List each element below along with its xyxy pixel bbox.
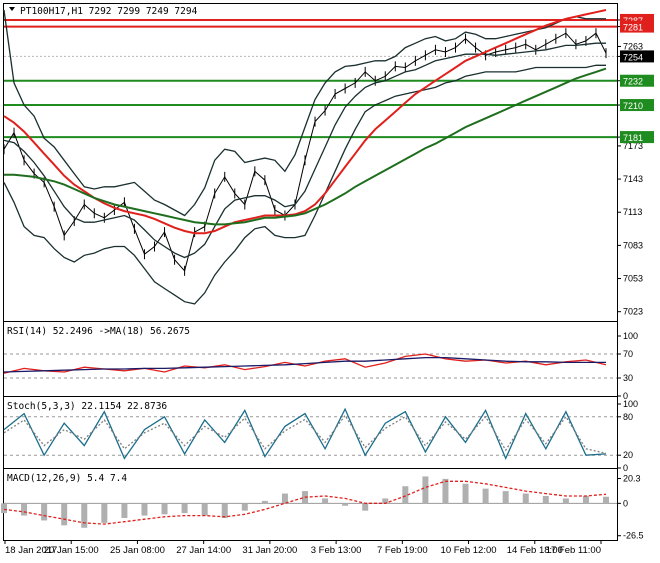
y-tick-label: 20.3 — [623, 474, 641, 484]
current-price-label: 7254 — [623, 52, 643, 62]
y-tick-label: 0 — [623, 498, 628, 508]
main-title: PT100H17,H1 7292 7299 7249 7294 — [20, 6, 198, 17]
y-tick-label: 7263 — [623, 41, 643, 51]
level-price-label: 7281 — [623, 23, 643, 33]
rsi-title: RSI(14) 52.2496 ->MA(18) 56.2675 — [7, 326, 190, 337]
macd-histogram-bar — [41, 503, 48, 521]
y-tick-label: 20 — [623, 450, 633, 460]
y-tick-label: -26.5 — [623, 531, 644, 541]
x-tick-label: 20 Jan 15:00 — [44, 545, 99, 556]
macd-histogram-bar — [603, 496, 609, 504]
y-tick-label: 7113 — [623, 207, 642, 217]
x-tick-label: 10 Feb 12:00 — [441, 545, 497, 556]
macd-histogram-bar — [342, 503, 349, 506]
level-price-label: 7232 — [623, 77, 643, 87]
y-tick-label: 7143 — [623, 174, 643, 184]
macd-histogram-bar — [422, 476, 429, 504]
macd-histogram-bar — [522, 493, 529, 504]
y-tick-label: 100 — [623, 331, 638, 341]
macd-histogram-bar — [101, 503, 108, 523]
macd-histogram-bar — [141, 503, 148, 516]
x-tick-label: 25 Jan 08:00 — [110, 545, 165, 556]
x-tick-label: 17 Feb 11:00 — [546, 545, 601, 556]
level-price-label: 7210 — [623, 101, 643, 111]
macd-histogram-bar — [261, 500, 268, 504]
y-tick-label: 30 — [623, 373, 633, 383]
macd-histogram-bar — [502, 491, 509, 504]
macd-histogram-bar — [241, 503, 248, 511]
chart-container: PT100H17,H1 7292 7299 7249 7294 RSI(14) … — [0, 0, 660, 560]
chart-svg: PT100H17,H1 7292 7299 7249 7294 RSI(14) … — [0, 0, 660, 560]
x-tick-label: 3 Feb 13:00 — [311, 545, 362, 556]
macd-histogram-bar — [201, 503, 208, 516]
y-tick-label: 0 — [623, 463, 628, 473]
macd-histogram-bar — [482, 488, 489, 504]
macd-histogram-bar — [21, 503, 28, 516]
macd-histogram-bar — [1, 503, 7, 514]
macd-histogram-bar — [322, 498, 329, 504]
y-tick-label: 7053 — [623, 274, 643, 284]
y-tick-label: 7083 — [623, 240, 643, 250]
macd-histogram-bar — [542, 496, 549, 504]
x-tick-label: 7 Feb 19:00 — [377, 545, 428, 556]
macd-histogram-bar — [61, 503, 68, 526]
macd-histogram-bar — [462, 483, 469, 504]
x-tick-label: 31 Jan 20:00 — [242, 545, 297, 556]
macd-histogram-bar — [161, 503, 168, 515]
y-tick-label: 70 — [623, 349, 633, 359]
y-tick-label: 80 — [623, 412, 633, 422]
level-price-label: 7181 — [623, 133, 643, 143]
macd-histogram-bar — [181, 503, 188, 514]
x-tick-label: 27 Jan 14:00 — [176, 545, 231, 556]
macd-title: MACD(12,26,9) 5.4 7.4 — [7, 473, 127, 484]
macd-histogram-bar — [281, 493, 288, 504]
macd-histogram-bar — [362, 503, 369, 511]
macd-histogram-bar — [382, 498, 389, 504]
macd-histogram-bar — [562, 498, 569, 504]
macd-histogram-bar — [442, 478, 449, 504]
stoch-title: Stoch(5,3,3) 22.1154 22.8736 — [7, 401, 167, 412]
macd-histogram-bar — [121, 503, 128, 518]
macd-histogram-bar — [81, 503, 88, 528]
y-tick-label: 100 — [623, 399, 638, 409]
macd-histogram-bar — [221, 503, 228, 518]
macd-histogram-bar — [582, 496, 589, 504]
y-tick-label: 7023 — [623, 307, 643, 317]
